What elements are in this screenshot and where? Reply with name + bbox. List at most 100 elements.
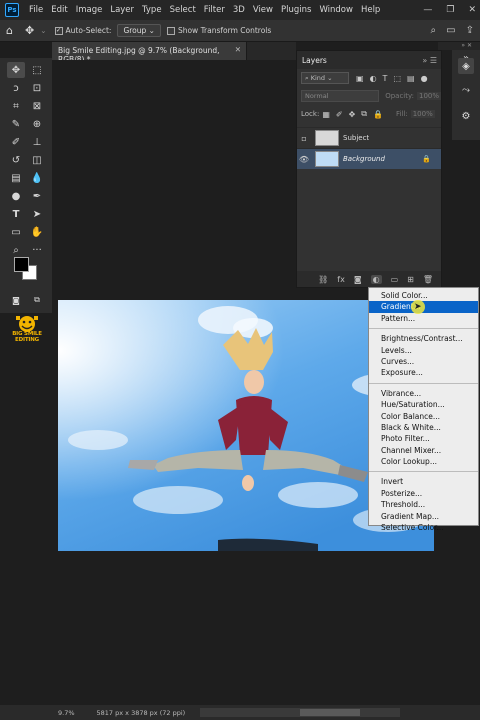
menu-file[interactable]: File [25, 5, 47, 15]
panel-options-icon[interactable]: » ☰ [422, 56, 437, 65]
menu-black-white[interactable]: Black & White... [369, 422, 478, 433]
menu-view[interactable]: View [249, 5, 277, 15]
menu-brightness-contrast[interactable]: Brightness/Contrast... [369, 333, 478, 344]
menu-help[interactable]: Help [357, 5, 384, 15]
lasso-icon[interactable]: ↄ [7, 80, 25, 96]
move-icon[interactable]: ✥ [7, 62, 25, 78]
dodge-icon[interactable]: ● [7, 188, 25, 204]
shape-filter-icon[interactable]: ⬚ [393, 74, 401, 83]
pen-icon[interactable]: ✒ [28, 188, 46, 204]
menu-layer[interactable]: Layer [106, 5, 138, 15]
move-tool-icon[interactable]: ✥ [25, 24, 34, 37]
marquee-icon[interactable]: ⬚ [28, 62, 46, 78]
rectangle-icon[interactable]: ▭ [7, 224, 25, 240]
object-select-icon[interactable]: ⊡ [28, 80, 46, 96]
paths-panel-icon[interactable]: ⤳ [458, 82, 474, 98]
menu-photo-filter[interactable]: Photo Filter... [369, 433, 478, 444]
foreground-color-swatch[interactable] [14, 257, 29, 272]
lock-pixels-icon[interactable]: ▦ [322, 110, 330, 119]
menu-hue-saturation[interactable]: Hue/Saturation... [369, 399, 478, 410]
scrollbar-thumb[interactable] [300, 709, 360, 716]
restore-icon[interactable]: ❐ [446, 5, 454, 15]
horizontal-scrollbar[interactable] [200, 708, 400, 717]
menu-gradient-map[interactable]: Gradient Map... [369, 511, 478, 522]
lock-position-icon[interactable]: ✥ [349, 110, 356, 119]
menu-solid-color[interactable]: Solid Color... [369, 290, 478, 301]
eyedropper-icon[interactable]: ✎ [7, 116, 25, 132]
layer-row-background[interactable]: 👁 Background 🔒 [297, 148, 441, 169]
visibility-off-icon[interactable]: ▫ [297, 134, 311, 143]
tool-preset-chevron-icon[interactable]: ⌄ [40, 26, 46, 35]
filter-toggle-icon[interactable]: ● [421, 74, 428, 83]
gradient-icon[interactable]: ▤ [7, 170, 25, 186]
pixel-filter-icon[interactable]: ▣ [356, 74, 364, 83]
stamp-icon[interactable]: ⊥ [28, 134, 46, 150]
menu-channel-mixer[interactable]: Channel Mixer... [369, 445, 478, 456]
menu-selective-color[interactable]: Selective Color... [369, 522, 478, 533]
type-icon[interactable]: T [7, 206, 25, 222]
menu-image[interactable]: Image [72, 5, 107, 15]
layers-panel-icon[interactable]: ◈ [458, 58, 474, 74]
screen-mode-icon[interactable]: ⧉ [28, 292, 46, 308]
eraser-icon[interactable]: ◫ [28, 152, 46, 168]
menu-window[interactable]: Window [315, 5, 357, 15]
menu-select[interactable]: Select [166, 5, 200, 15]
document-tab[interactable]: Big Smile Editing.jpg @ 9.7% (Background… [52, 42, 247, 64]
lock-all-icon[interactable]: 🔒 [373, 110, 383, 119]
lock-artboard-icon[interactable]: ⧉ [361, 109, 367, 119]
share-icon[interactable]: ⇪ [466, 25, 474, 36]
menu-3d[interactable]: 3D [229, 5, 249, 15]
minimize-icon[interactable]: — [423, 5, 432, 15]
menu-exposure[interactable]: Exposure... [369, 367, 478, 378]
menu-filter[interactable]: Filter [200, 5, 229, 15]
menu-threshold[interactable]: Threshold... [369, 499, 478, 510]
lock-paint-icon[interactable]: ✐ [336, 110, 343, 119]
blend-mode-dropdown[interactable]: Normal [301, 90, 380, 102]
fx-icon[interactable]: fx [337, 275, 345, 284]
eye-icon[interactable]: 👁 [297, 155, 311, 164]
home-icon[interactable]: ⌂ [6, 24, 13, 37]
zoom-icon[interactable]: ⌕ [7, 242, 25, 258]
quick-mask-icon[interactable]: ◙ [7, 292, 25, 308]
transform-controls-checkbox[interactable] [166, 26, 175, 35]
new-layer-icon[interactable]: ⊞ [407, 275, 414, 284]
layer-row-subject[interactable]: ▫ Subject [297, 127, 441, 148]
workspace-icon[interactable]: ▭ [446, 25, 455, 36]
search-icon[interactable]: ⌕ [431, 25, 437, 36]
menu-pattern[interactable]: Pattern... [369, 313, 478, 324]
crop-icon[interactable]: ⌗ [7, 98, 25, 114]
menu-edit[interactable]: Edit [47, 5, 71, 15]
adjustment-filter-icon[interactable]: ◐ [370, 74, 377, 83]
panel-collapse-bar[interactable]: » ✕ [438, 42, 480, 50]
auto-select-target-dropdown[interactable]: Group ⌄ [117, 24, 161, 37]
brush-icon[interactable]: ✐ [7, 134, 25, 150]
auto-select-checkbox[interactable]: ✓ [54, 26, 63, 35]
link-layers-icon[interactable]: ⛓ [318, 275, 328, 284]
frame-icon[interactable]: ⊠ [28, 98, 46, 114]
properties-panel-icon[interactable]: ⚙ [458, 108, 474, 124]
fill-input[interactable]: 100% [410, 110, 435, 118]
new-group-icon[interactable]: ▭ [391, 275, 399, 284]
blur-icon[interactable]: 💧 [28, 170, 46, 186]
zoom-level[interactable]: 9.7% [58, 709, 75, 717]
menu-color-balance[interactable]: Color Balance... [369, 411, 478, 422]
kind-dropdown[interactable]: ⌕ Kind ⌄ [301, 72, 349, 84]
menu-type[interactable]: Type [138, 5, 166, 15]
menu-plugins[interactable]: Plugins [277, 5, 315, 15]
menu-posterize[interactable]: Posterize... [369, 488, 478, 499]
menu-color-lookup[interactable]: Color Lookup... [369, 456, 478, 467]
history-brush-icon[interactable]: ↺ [7, 152, 25, 168]
more-tools-icon[interactable]: ··· [28, 242, 46, 258]
menu-levels[interactable]: Levels... [369, 345, 478, 356]
close-tab-icon[interactable]: ✕ [235, 45, 241, 54]
close-icon[interactable]: ✕ [468, 5, 476, 15]
healing-icon[interactable]: ⊕ [28, 116, 46, 132]
menu-curves[interactable]: Curves... [369, 356, 478, 367]
adjustment-layer-icon[interactable]: ◐ [370, 274, 382, 284]
path-select-icon[interactable]: ➤ [28, 206, 46, 222]
menu-invert[interactable]: Invert [369, 476, 478, 487]
hand-icon[interactable]: ✋ [28, 224, 46, 240]
menu-vibrance[interactable]: Vibrance... [369, 388, 478, 399]
add-mask-icon[interactable]: ◙ [354, 275, 362, 284]
type-filter-icon[interactable]: T [383, 74, 388, 83]
